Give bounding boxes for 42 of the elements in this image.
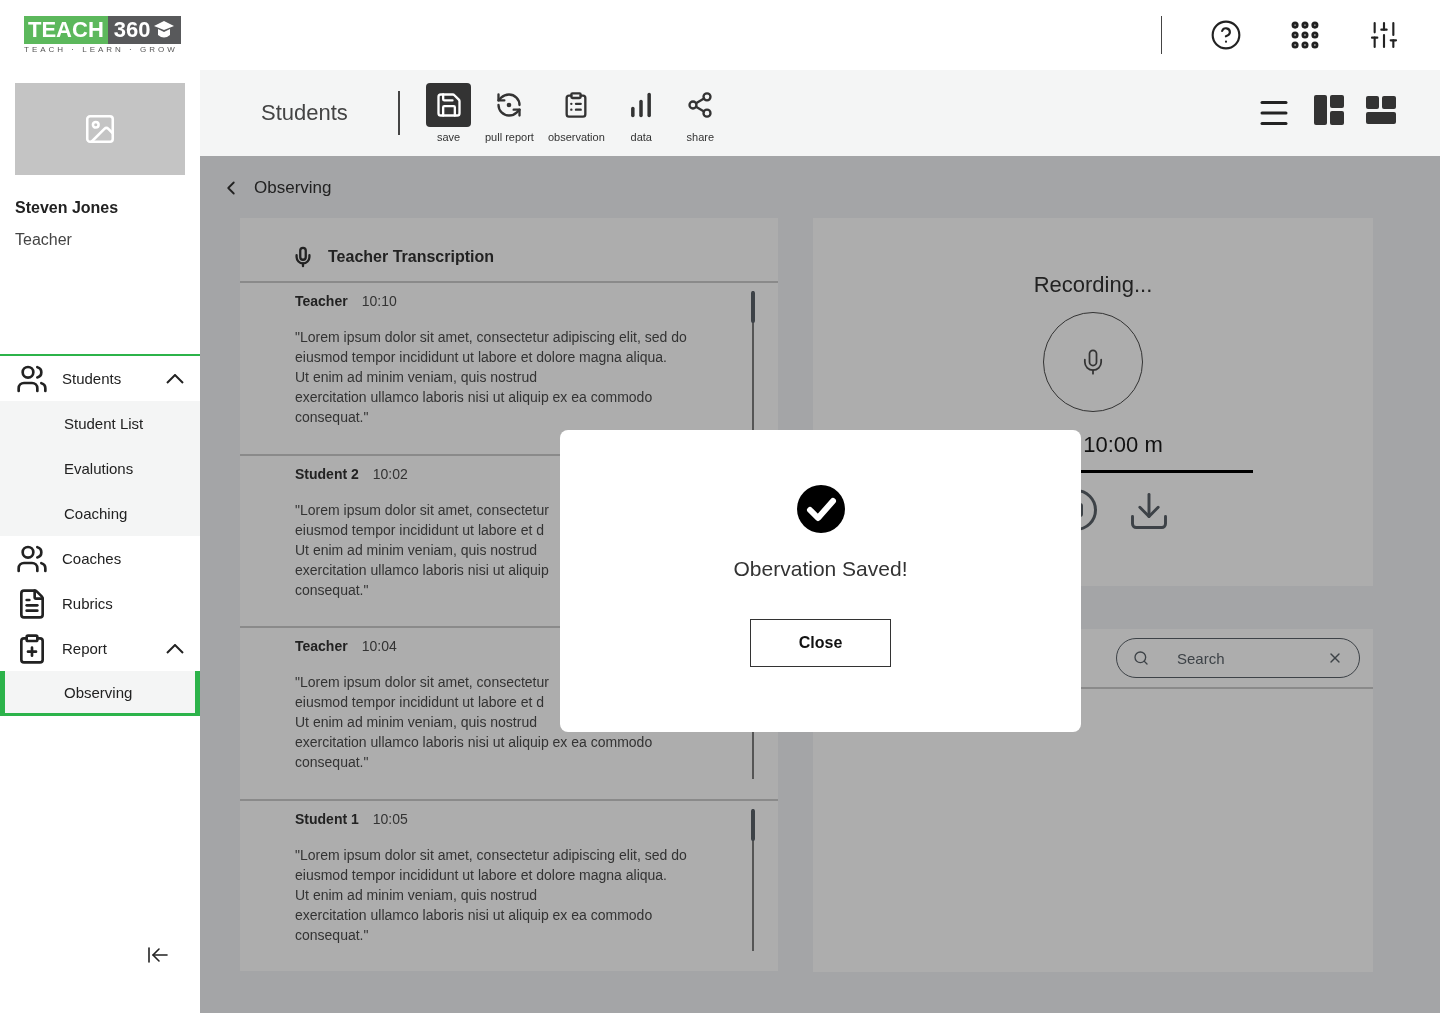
timestamp: 10:02	[372, 465, 408, 482]
toolbar-button[interactable]: pull report	[485, 83, 534, 143]
scrollbar[interactable]	[752, 808, 754, 951]
recording-time: 10:00 m	[1082, 432, 1163, 458]
microphone-icon	[292, 245, 314, 268]
card-title: Teacher Transcription	[328, 247, 494, 266]
timestamp: 10:10	[361, 293, 397, 309]
help-button[interactable]	[1210, 19, 1242, 51]
nav-subitem[interactable]: Observing	[0, 671, 200, 716]
image-icon	[83, 112, 117, 146]
timestamp: 10:05	[372, 810, 408, 827]
transcript-text: "Lorem ipsum dolor sit amet, consectetur eiusmod tempor incididunt ut labore et d Ut enim ad minim veniam, quis nostrud exercitation ullamco laboris nisi ut aliquip consequat."	[295, 500, 549, 600]
logo-number: 360	[113, 16, 151, 44]
graduation-cap-icon	[152, 20, 175, 40]
settings-button[interactable]	[1368, 19, 1400, 51]
recording-status: Recording...	[1033, 272, 1153, 298]
tile-layout-icon[interactable]	[1366, 95, 1396, 125]
share-icon	[686, 91, 715, 119]
transcript-text: "Lorem ipsum dolor sit amet, consectetur adipiscing elit, sed do eiusmod tempor incididunt ut labore et dolore magna aliqua. Ut enim ad minim veniam, quis nostrud exercitation ullamco laboris nisi ut aliquip ex ea commodo consequat."	[295, 328, 687, 427]
toolbar-button[interactable]: share	[677, 83, 723, 143]
search-icon	[1133, 650, 1149, 666]
logo-word: TEACH	[24, 16, 108, 44]
check-circle-icon	[796, 485, 845, 533]
toolbar-button[interactable]: data	[618, 83, 664, 143]
timestamp: 10:04	[361, 638, 397, 654]
dashboard-layout-icon[interactable]	[1314, 95, 1344, 125]
transcript-text: "Lorem ipsum dolor sit amet, consectetur adipiscing elit, sed do eiusmod tempor incididunt ut labore et dolore magna aliqua. Ut enim ad minim veniam, quis nostrud exercitation ullamco laboris nisi ut aliquip ex ea commodo consequat."	[295, 845, 687, 945]
close-button[interactable]: Close	[750, 619, 891, 667]
toolbar-title: Students	[261, 100, 349, 126]
speaker-name: Student 1	[295, 810, 359, 827]
speaker-name: Teacher	[295, 638, 348, 654]
logo-tagline: TEACH · LEARN · GROW	[24, 45, 179, 54]
speaker-name: Student 2	[295, 465, 359, 482]
toolbar-button[interactable]: observation	[547, 83, 605, 143]
transcript-text: "Lorem ipsum dolor sit amet, consectetur eiusmod tempor incididunt ut labore et d Ut enim ad minim veniam, quis nostrud exercitation ullamco laboris nisi ut aliquip ex ea commodo consequat."	[295, 673, 653, 772]
breadcrumb: Observing	[254, 178, 332, 198]
dialog-message: Obervation Saved!	[733, 557, 908, 581]
refresh-icon	[495, 91, 524, 119]
user-role: Teacher	[15, 231, 73, 249]
save-icon	[434, 91, 463, 119]
speaker-name: Teacher	[295, 293, 348, 309]
user-name: Steven Jones	[15, 199, 120, 217]
